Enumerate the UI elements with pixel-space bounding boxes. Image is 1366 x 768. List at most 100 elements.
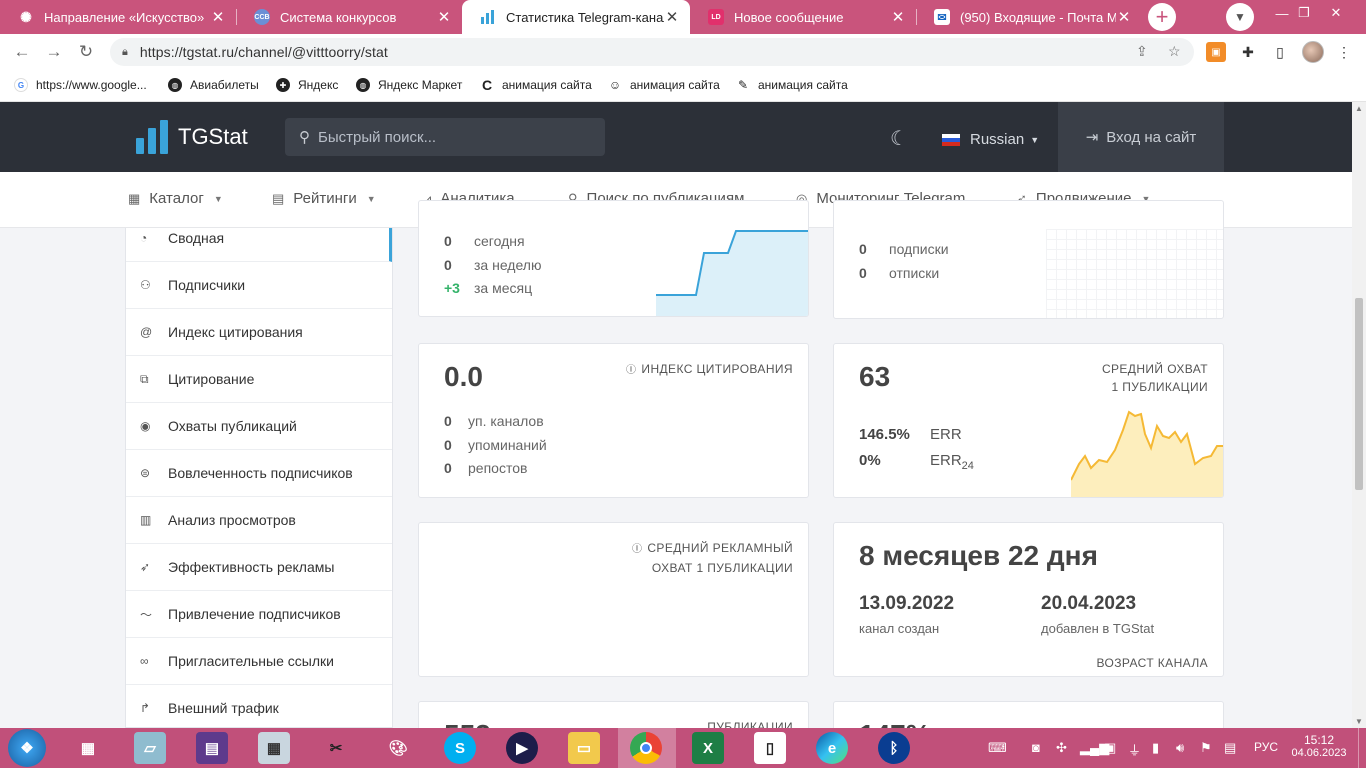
bookmark-google[interactable]: G https://www.google...: [14, 78, 147, 92]
tray-app-icon[interactable]: ◙: [1032, 740, 1040, 755]
bookmark-star-icon[interactable]: ☆: [1168, 43, 1181, 60]
paint-icon[interactable]: 🎨︎: [382, 732, 414, 764]
sidebar-item-invite-links[interactable]: ∞ Пригласительные ссылки: [126, 638, 392, 685]
extensions-puzzle-icon[interactable]: ✚: [1238, 42, 1258, 62]
forward-arrow-icon[interactable]: →: [41, 40, 67, 64]
tab-search-chevron-icon[interactable]: ▼: [1226, 3, 1254, 31]
gpu-icon[interactable]: ▣: [1104, 740, 1116, 756]
bookmark-yandex[interactable]: ✚ Яндекс: [276, 78, 338, 92]
lock-icon[interactable]: 🔒︎: [122, 46, 128, 59]
bookmark-animation-3[interactable]: ✎ анимация сайта: [736, 78, 848, 92]
dark-mode-moon-icon[interactable]: ☾: [890, 126, 908, 151]
sidebar-item-ad-efficiency[interactable]: ➶ Эффективность рекламы: [126, 544, 392, 591]
tab-close-icon[interactable]: ✕: [210, 8, 226, 26]
average-reach-card: 63 СРЕДНИЙ ОХВАТ 1 ПУБЛИКАЦИИ 146.5% ERR…: [833, 343, 1224, 498]
stat-number: 0: [444, 413, 452, 429]
volume-icon[interactable]: 🔊︎: [1176, 740, 1184, 756]
tab-new-message[interactable]: LD Новое сообщение ✕: [690, 0, 916, 34]
notepad-icon[interactable]: ▱: [134, 732, 166, 764]
bookmark-animation-1[interactable]: C анимация сайта: [480, 77, 592, 93]
logo-text: TGStat: [178, 124, 248, 149]
reload-icon[interactable]: ↻: [73, 40, 99, 64]
logo-bars-icon: [136, 120, 168, 154]
citation-index-caption: ⓘ ИНДЕКС ЦИТИРОВАНИЯ: [626, 362, 793, 376]
tab-title: (950) Входящие - Почта Mail.r: [960, 9, 1116, 25]
folder-icon[interactable]: ▭: [568, 732, 600, 764]
info-circle-icon[interactable]: ⓘ: [632, 544, 642, 555]
tools-icon[interactable]: ✂: [320, 732, 352, 764]
login-button[interactable]: ⇥ Вход на сайт: [1058, 102, 1224, 172]
tab-mail-inbox[interactable]: ✉ (950) Входящие - Почта Mail.r ✕: [916, 0, 1142, 34]
skype-icon[interactable]: S: [444, 732, 476, 764]
system-clock[interactable]: 15:12 04.06.2023: [1288, 733, 1350, 759]
bookmark-yandex-market[interactable]: ◍ Яндекс Маркет: [356, 78, 462, 92]
files-icon[interactable]: ▯: [754, 732, 786, 764]
nav-catalog[interactable]: ▦ Каталог ▼: [128, 190, 223, 207]
sidebar-item-post-reach[interactable]: ◉ Охваты публикаций: [126, 403, 392, 450]
tab-contest-system[interactable]: ССВ Система конкурсов ✕: [236, 0, 462, 34]
extension-bag-icon[interactable]: ▣: [1206, 42, 1226, 62]
video-icon[interactable]: ▶: [506, 732, 538, 764]
info-circle-icon[interactable]: ⓘ: [626, 365, 636, 376]
bookmark-aviabilety[interactable]: ◍ Авиабилеты: [168, 78, 259, 92]
page-scrollbar[interactable]: ▲ ▼: [1352, 102, 1366, 728]
profile-avatar[interactable]: [1302, 41, 1324, 63]
browser-menu-icon[interactable]: ⋮: [1334, 42, 1354, 62]
tab-close-icon[interactable]: ✕: [436, 8, 452, 26]
tgstat-logo[interactable]: TGStat: [136, 120, 248, 154]
stat-label: уп. каналов: [468, 413, 544, 429]
tab-title: Статистика Telegram-канала: [506, 9, 664, 25]
sidebar-item-label: Привлечение подписчиков: [168, 606, 341, 622]
input-language[interactable]: РУС: [1254, 740, 1278, 754]
sidebar-item-citation[interactable]: ⧉ Цитирование: [126, 356, 392, 403]
usb-icon[interactable]: ⏚: [1128, 740, 1141, 759]
action-flag-icon[interactable]: ⚑: [1200, 740, 1212, 756]
grid-app-icon[interactable]: ▦: [72, 732, 104, 764]
sidebar-item-external-traffic[interactable]: ↱ Внешний трафик: [126, 685, 392, 727]
bookmark-label: анимация сайта: [758, 78, 848, 92]
url-text[interactable]: https://tgstat.ru/channel/@vitttoorry/st…: [140, 44, 388, 60]
tab-close-icon[interactable]: ✕: [664, 8, 680, 26]
mail-favicon: ✉: [934, 9, 950, 25]
tray-tool-icon[interactable]: ✣: [1056, 740, 1067, 756]
back-arrow-icon[interactable]: ←: [9, 40, 35, 64]
bookmark-animation-2[interactable]: ☺ анимация сайта: [608, 78, 720, 92]
side-panel-icon[interactable]: ▯: [1270, 42, 1290, 62]
quote-icon: ⧉: [140, 371, 149, 386]
sidebar-item-engagement[interactable]: ⊜ Вовлеченность подписчиков: [126, 450, 392, 497]
created-label: канал создан: [859, 621, 940, 636]
tab-close-icon[interactable]: ✕: [1116, 8, 1132, 26]
scroll-down-icon[interactable]: ▼: [1352, 717, 1366, 726]
sidebar-item-acquisition[interactable]: 〜 Привлечение подписчиков: [126, 591, 392, 638]
scrollbar-thumb[interactable]: [1355, 298, 1363, 490]
quick-search-input[interactable]: ⚲ Быстрый поиск...: [285, 118, 605, 156]
average-reach-value: 63: [859, 361, 891, 392]
scroll-up-icon[interactable]: ▲: [1352, 104, 1366, 113]
bookmark-label: Яндекс Маркет: [378, 78, 463, 92]
show-desktop-button[interactable]: [1358, 728, 1366, 768]
bluetooth-icon[interactable]: ᛒ: [878, 732, 910, 764]
nav-ratings[interactable]: ▤ Рейтинги ▼: [272, 190, 376, 207]
keyboard-icon[interactable]: ⌨: [988, 740, 1007, 756]
sidebar-item-citation-index[interactable]: @ Индекс цитирования: [126, 309, 392, 356]
share-icon[interactable]: ⇪: [1136, 43, 1148, 60]
sidebar-item-summary[interactable]: ◔ Сводная: [126, 228, 392, 262]
tab-tgstat[interactable]: Статистика Telegram-канала ✕: [462, 0, 690, 34]
start-orb-icon[interactable]: ❖: [8, 729, 46, 767]
new-tab-button[interactable]: +: [1148, 3, 1176, 31]
language-selector[interactable]: Russian ▼: [942, 131, 1039, 148]
tab-art-direction[interactable]: ✺ Направление «Искусство» ✕: [0, 0, 236, 34]
battery-icon[interactable]: ▮: [1152, 740, 1159, 756]
err24-label: ERR24: [930, 452, 974, 472]
sidebar-item-views-analysis[interactable]: ▥ Анализ просмотров: [126, 497, 392, 544]
excel-icon[interactable]: X: [692, 732, 724, 764]
edge-icon[interactable]: e: [816, 732, 848, 764]
window-close-icon[interactable]: ✕: [1316, 0, 1356, 26]
sidebar-item-subscribers[interactable]: ⚇ Подписчики: [126, 262, 392, 309]
address-bar[interactable]: 🔒︎ https://tgstat.ru/channel/@vitttoorry…: [110, 38, 1194, 66]
chrome-icon[interactable]: [630, 732, 662, 764]
tab-close-icon[interactable]: ✕: [890, 8, 906, 26]
media-icon[interactable]: ▤: [196, 732, 228, 764]
calculator-icon[interactable]: ▦: [258, 732, 290, 764]
tray-extra-icon[interactable]: ▤: [1224, 740, 1236, 756]
